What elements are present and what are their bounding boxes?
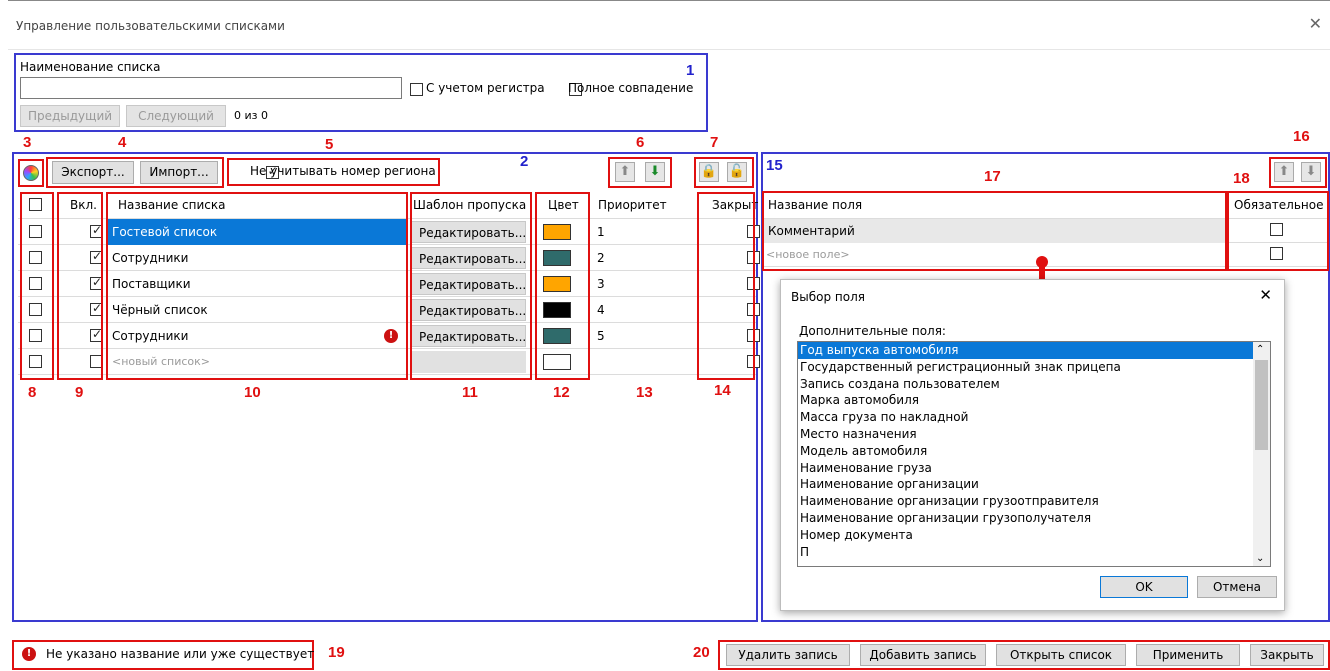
export-button[interactable]: Экспорт... [52, 161, 134, 184]
scroll-up-icon[interactable]: ⌃ [1256, 344, 1264, 355]
color-picker-icon[interactable] [23, 165, 39, 181]
callout-11: 11 [462, 384, 478, 401]
field-picker-dialog: Выбор поля ✕ Дополнительные поля: Год вы… [780, 279, 1285, 611]
field-move-down-icon[interactable]: ⬇ [1301, 162, 1321, 182]
lock-icon[interactable]: 🔒 [699, 162, 719, 182]
callout-20: 20 [693, 644, 710, 661]
col-name-box [106, 192, 408, 380]
picker-item[interactable]: Масса груза по накладной [798, 409, 1253, 426]
callout-14: 14 [714, 382, 731, 399]
callout-6: 6 [636, 134, 645, 151]
picker-item[interactable]: Запись создана пользователем [798, 376, 1253, 393]
callout-13: 13 [636, 384, 653, 401]
apply-button[interactable]: Применить [1136, 644, 1240, 666]
status-message: Не указано название или уже существует [46, 647, 315, 661]
picker-item[interactable]: Место назначения [798, 426, 1253, 443]
unlock-icon[interactable]: 🔓 [727, 162, 747, 182]
col-template-box [410, 192, 532, 380]
picker-list-label: Дополнительные поля: [799, 324, 946, 338]
exact-match-label: Полное совпадение [568, 81, 694, 95]
ignore-region-label: Не учитывать номер региона [250, 164, 436, 178]
row-priority[interactable]: 3 [597, 271, 605, 297]
callout-16: 16 [1293, 128, 1310, 145]
callout-12: 12 [553, 384, 570, 401]
scroll-thumb[interactable] [1255, 360, 1268, 450]
open-list-button[interactable]: Открыть список [996, 644, 1126, 666]
picker-ok-button[interactable]: OK [1100, 576, 1188, 598]
picker-item[interactable]: Наименование организации грузоотправител… [798, 493, 1253, 510]
callout-18: 18 [1233, 170, 1250, 187]
window-close-icon[interactable]: ✕ [1309, 14, 1322, 33]
callout-8: 8 [28, 384, 37, 401]
callout-2: 2 [520, 153, 529, 170]
case-sensitive-label: С учетом регистра [426, 81, 545, 95]
search-input[interactable] [20, 77, 402, 99]
callout-15: 15 [766, 157, 783, 174]
move-up-icon[interactable]: ⬆ [615, 162, 635, 182]
delete-record-button[interactable]: Удалить запись [726, 644, 850, 666]
col-enabled-box [57, 192, 103, 380]
case-sensitive-checkbox[interactable] [410, 83, 423, 96]
picker-item[interactable]: Модель автомобиля [798, 443, 1253, 460]
row-priority[interactable]: 5 [597, 323, 605, 349]
move-down-icon[interactable]: ⬇ [645, 162, 665, 182]
callout-10: 10 [244, 384, 261, 401]
search-label: Наименование списка [20, 60, 161, 74]
col-closed-box [697, 192, 755, 380]
import-button[interactable]: Импорт... [140, 161, 218, 184]
header-priority[interactable]: Приоритет [598, 191, 667, 219]
picker-item[interactable]: Марка автомобиля [798, 392, 1253, 409]
picker-item[interactable]: Наименование груза [798, 460, 1253, 477]
callout-1: 1 [686, 62, 695, 79]
callout-19: 19 [328, 644, 345, 661]
next-button[interactable]: Следующий [126, 105, 226, 127]
window-title: Управление пользовательскими списками [16, 19, 285, 33]
picker-item[interactable]: Наименование организации грузополучателя [798, 510, 1253, 527]
prev-button[interactable]: Предыдущий [20, 105, 120, 127]
picker-scrollbar[interactable]: ⌃ ⌄ [1253, 342, 1270, 566]
picker-item[interactable]: П [798, 544, 1253, 561]
picker-item[interactable]: Государственный регистрационный знак при… [798, 359, 1253, 376]
callout-9: 9 [75, 384, 84, 401]
picker-item[interactable]: Год выпуска автомобиля [798, 342, 1253, 359]
field-required-col-box [1227, 191, 1329, 271]
search-counter: 0 из 0 [234, 109, 268, 122]
row-priority[interactable]: 2 [597, 245, 605, 271]
callout-17: 17 [984, 168, 1001, 185]
field-name-col-box [762, 191, 1227, 271]
picker-close-icon[interactable]: ✕ [1259, 286, 1272, 304]
picker-title: Выбор поля [791, 290, 865, 304]
scroll-down-icon[interactable]: ⌄ [1256, 553, 1264, 564]
add-record-button[interactable]: Добавить запись [860, 644, 986, 666]
close-button[interactable]: Закрыть [1250, 644, 1324, 666]
row-priority[interactable]: 4 [597, 297, 605, 323]
field-move-up-icon[interactable]: ⬆ [1274, 162, 1294, 182]
picker-cancel-button[interactable]: Отмена [1197, 576, 1277, 598]
error-icon: ! [22, 647, 36, 661]
row-priority[interactable]: 1 [597, 219, 605, 245]
picker-item[interactable]: Наименование организации [798, 476, 1253, 493]
callout-4: 4 [118, 134, 127, 151]
col-select-box [20, 192, 54, 380]
picker-item[interactable]: Номер документа [798, 527, 1253, 544]
picker-items: Год выпуска автомобиля Государственный ре… [798, 342, 1253, 560]
window-titlebar: Управление пользовательскими списками ✕ [8, 0, 1330, 50]
col-color-box [535, 192, 590, 380]
picker-listbox[interactable]: Год выпуска автомобиля Государственный ре… [797, 341, 1271, 567]
callout-5: 5 [325, 136, 334, 153]
callout-7: 7 [710, 134, 719, 151]
callout-3: 3 [23, 134, 32, 151]
